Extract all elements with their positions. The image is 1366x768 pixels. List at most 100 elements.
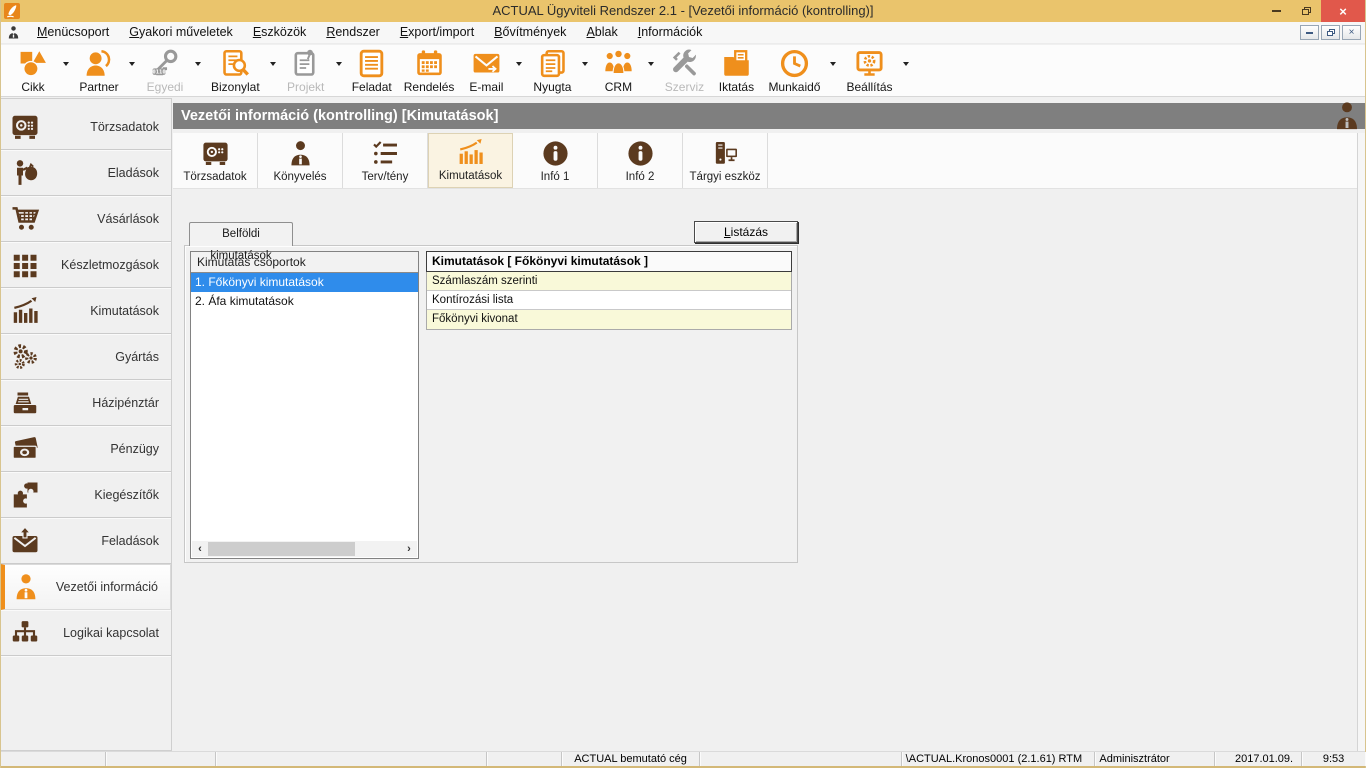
mdi-window-controls: × xyxy=(1300,25,1365,40)
toolbar-button-crm[interactable]: CRM xyxy=(592,45,644,96)
tab-targyi-eszkoz[interactable]: Tárgyi eszköz xyxy=(683,133,768,188)
sidebar-item-eladasok[interactable]: Eladások xyxy=(1,150,171,196)
toolbar-button-email[interactable]: E-mail xyxy=(460,45,512,96)
sidebar-item-vezetoi-informacio[interactable]: Vezetői információ xyxy=(1,564,171,610)
person-info-icon xyxy=(286,139,315,168)
toolbar-button-bizonylat[interactable]: Bizonylat xyxy=(205,45,266,96)
horizontal-scrollbar[interactable]: ‹ › xyxy=(192,541,417,557)
close-button[interactable]: × xyxy=(1321,0,1365,22)
archive-folder-icon xyxy=(721,48,752,79)
menu-item-menucsoport[interactable]: Menücsoport xyxy=(27,22,119,43)
list-item[interactable]: Kontírozási lista xyxy=(427,291,791,310)
sidebar-item-vasarlasok[interactable]: Vásárlások xyxy=(1,196,171,242)
toolbar-button-feladat[interactable]: Feladat xyxy=(346,45,398,96)
chevron-down-icon xyxy=(903,62,909,66)
report-list-header: Kimutatások [ Főkönyvi kimutatások ] xyxy=(426,251,792,272)
status-segment-empty xyxy=(216,752,488,766)
scrollbar-track[interactable] xyxy=(208,541,401,557)
sidebar-item-gyartas[interactable]: Gyártás xyxy=(1,334,171,380)
list-item[interactable]: Számlaszám szerinti xyxy=(427,272,791,291)
toolbar-button-projekt: Projekt xyxy=(280,45,332,96)
sidebar-item-logikai-kapcsolat[interactable]: Logikai kapcsolat xyxy=(1,610,171,656)
toolbar-button-cikk[interactable]: Cikk xyxy=(7,45,59,96)
sidebar: Törzsadatok Eladások Vásárlások Készletm… xyxy=(1,98,172,751)
report-rows: Számlaszám szerinti Kontírozási lista Fő… xyxy=(426,272,792,330)
mdi-restore-button[interactable] xyxy=(1321,25,1340,40)
module-header: Vezetői információ (kontrolling) [Kimuta… xyxy=(173,103,1365,129)
toolbar-dropdown-munkaido[interactable] xyxy=(826,31,840,96)
info-circle-icon xyxy=(626,139,655,168)
listazas-button[interactable]: Listázás xyxy=(694,221,798,243)
restore-icon xyxy=(1327,29,1335,36)
toolbar-dropdown-crm[interactable] xyxy=(644,31,658,96)
list-item[interactable]: 1. Főkönyvi kimutatások xyxy=(191,273,418,292)
toolbar-button-rendeles[interactable]: Rendelés xyxy=(398,45,461,96)
toolbar-dropdown-beallitas[interactable] xyxy=(899,31,913,96)
application-window: ACTUAL Ügyviteli Rendszer 2.1 - [Vezetői… xyxy=(0,0,1366,768)
chevron-down-icon xyxy=(830,62,836,66)
sidebar-item-kiegeszitok[interactable]: Kiegészítők xyxy=(1,472,171,518)
tab-kimutatasok[interactable]: Kimutatások xyxy=(428,133,513,188)
report-group-list: Kimutatás csoportok 1. Főkönyvi kimutatá… xyxy=(190,251,419,559)
mdi-minimize-button[interactable] xyxy=(1300,25,1319,40)
tab-belfoldi-kimutatasok[interactable]: Belföldi kimutatások xyxy=(189,222,293,246)
tab-torzsadatok[interactable]: Törzsadatok xyxy=(173,133,258,188)
toolbar-button-munkaido[interactable]: Munkaidő xyxy=(762,45,826,96)
menu-item-informaciok[interactable]: Információk xyxy=(628,22,713,43)
menu-item-export-import[interactable]: Export/import xyxy=(390,22,484,43)
toolbar-dropdown-projekt[interactable] xyxy=(332,31,346,96)
tab-konyveles[interactable]: Könyvelés xyxy=(258,133,343,188)
tab-info-1[interactable]: Infó 1 xyxy=(513,133,598,188)
person-info-icon xyxy=(1331,99,1363,133)
toolbar-button-beallitas[interactable]: Beállítás xyxy=(840,45,898,96)
computer-icon xyxy=(711,139,740,168)
sidebar-item-penzugy[interactable]: Pénzügy xyxy=(1,426,171,472)
pinned-note-icon xyxy=(290,48,321,79)
menu-item-rendszer[interactable]: Rendszer xyxy=(316,22,390,43)
shopping-cart-icon xyxy=(10,204,40,234)
toolbar-dropdown-egyedi[interactable] xyxy=(191,31,205,96)
sidebar-item-kimutatasok[interactable]: Kimutatások xyxy=(1,288,171,334)
restore-button[interactable] xyxy=(1291,0,1321,22)
toolbar-dropdown-bizonylat[interactable] xyxy=(266,31,280,96)
sidebar-item-feladasok[interactable]: Feladások xyxy=(1,518,171,564)
module-tab-strip: Törzsadatok Könyvelés Terv/tény Kimutatá… xyxy=(173,133,1357,189)
minimize-icon xyxy=(1272,10,1281,12)
people-group-icon xyxy=(603,48,634,79)
toolbar-button-iktatas[interactable]: Iktatás xyxy=(710,45,762,96)
scrollbar-thumb[interactable] xyxy=(208,542,355,556)
toolbar-dropdown-partner[interactable] xyxy=(125,31,139,96)
safe-icon xyxy=(10,112,40,142)
chevron-down-icon xyxy=(195,62,201,66)
scroll-left-icon[interactable]: ‹ xyxy=(192,541,208,557)
toolbar-dropdown-email[interactable] xyxy=(512,31,526,96)
chevron-down-icon xyxy=(129,62,135,66)
sidebar-item-keszletmozgasok[interactable]: Készletmozgások xyxy=(1,242,171,288)
right-panel-splitter[interactable] xyxy=(1357,133,1365,751)
scroll-right-icon[interactable]: › xyxy=(401,541,417,557)
chevron-down-icon xyxy=(270,62,276,66)
minimize-button[interactable] xyxy=(1261,0,1291,22)
module-title: Vezetői információ (kontrolling) [Kimuta… xyxy=(181,108,498,124)
main-area: Vezetői információ (kontrolling) [Kimuta… xyxy=(172,97,1365,751)
title-bar: ACTUAL Ügyviteli Rendszer 2.1 - [Vezetői… xyxy=(1,0,1365,22)
toolbar-button-egyedi: 0110 Egyedi xyxy=(139,45,191,96)
minimize-icon xyxy=(1306,32,1313,34)
toolbar-button-szerviz: Szerviz xyxy=(658,45,710,96)
tab-terv-teny[interactable]: Terv/tény xyxy=(343,133,428,188)
toolbar-dropdown-cikk[interactable] xyxy=(59,31,73,96)
menu-item-bovitmenyek[interactable]: Bővítmények xyxy=(484,22,576,43)
tab-info-2[interactable]: Infó 2 xyxy=(598,133,683,188)
list-item[interactable]: Főkönyvi kivonat xyxy=(427,310,791,329)
toolbar-button-partner[interactable]: Partner xyxy=(73,45,125,96)
mdi-close-button[interactable]: × xyxy=(1342,25,1361,40)
sidebar-item-torzsadatok[interactable]: Törzsadatok xyxy=(1,104,171,150)
bar-chart-icon xyxy=(10,296,40,326)
list-item[interactable]: 2. Áfa kimutatások xyxy=(191,292,418,311)
toolbar-dropdown-nyugta[interactable] xyxy=(578,31,592,96)
status-time: 9:53 xyxy=(1302,752,1365,766)
sidebar-item-hazipenztar[interactable]: Házipénztár xyxy=(1,380,171,426)
user-person-icon xyxy=(6,25,21,40)
toolbar-button-nyugta[interactable]: Nyugta xyxy=(526,45,578,96)
shapes-icon xyxy=(18,48,49,79)
